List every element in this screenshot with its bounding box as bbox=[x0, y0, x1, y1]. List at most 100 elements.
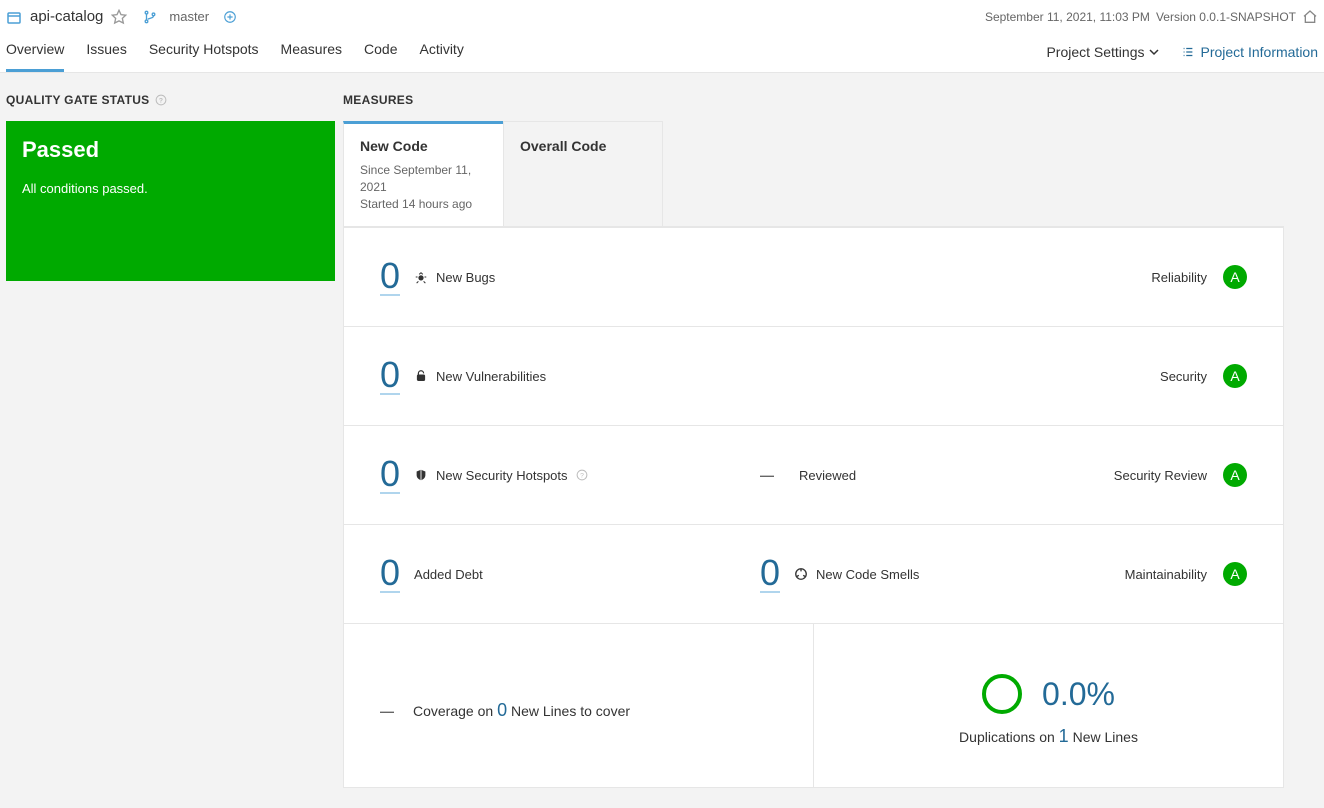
mtab-label: Overall Code bbox=[520, 138, 646, 154]
coverage-text: Coverage on 0 New Lines to cover bbox=[413, 700, 630, 721]
project-header-left: api-catalog master bbox=[6, 8, 237, 25]
coverage-lines[interactable]: 0 bbox=[497, 700, 507, 720]
rating-badge: A bbox=[1223, 562, 1247, 586]
measures-tab-new-code[interactable]: New Code Since September 11, 2021 Starte… bbox=[343, 121, 503, 226]
donut-icon bbox=[982, 674, 1022, 714]
rating-badge: A bbox=[1223, 364, 1247, 388]
right-column: MEASURES New Code Since September 11, 20… bbox=[343, 73, 1324, 808]
duplications-main: 0.0% bbox=[982, 674, 1115, 714]
metric-seg-left: 0 New Security Hotspots ? bbox=[380, 456, 680, 494]
quality-gate-subtext: All conditions passed. bbox=[22, 181, 319, 196]
measures-tab-overall-code[interactable]: Overall Code bbox=[503, 121, 663, 226]
metric-seg-left: 0 New Bugs bbox=[380, 258, 680, 296]
tab-code[interactable]: Code bbox=[364, 31, 397, 72]
chevron-down-icon bbox=[1149, 47, 1159, 57]
code-smells-label: New Code Smells bbox=[794, 567, 919, 582]
metric-seg-center: 0 New Code Smells bbox=[760, 555, 1125, 593]
lock-icon bbox=[414, 369, 428, 383]
metric-label-text: Added Debt bbox=[414, 567, 483, 582]
analysis-date: September 11, 2021, 11:03 PM bbox=[985, 10, 1150, 24]
metric-label-text: New Vulnerabilities bbox=[436, 369, 546, 384]
quality-gate-card: Passed All conditions passed. bbox=[6, 121, 335, 281]
metric-value[interactable]: 0 bbox=[380, 357, 400, 395]
project-information-link[interactable]: Project Information bbox=[1181, 44, 1319, 60]
mtab-label: New Code bbox=[360, 138, 487, 154]
metric-label-text: New Bugs bbox=[436, 270, 495, 285]
metric-row-maintainability: 0 Added Debt 0 New Code Smells Main bbox=[343, 525, 1284, 624]
nav-tabs: Overview Issues Security Hotspots Measur… bbox=[6, 31, 464, 72]
measures-title: MEASURES bbox=[343, 93, 1284, 107]
project-settings-dropdown[interactable]: Project Settings bbox=[1046, 44, 1158, 60]
metric-category: Reliability bbox=[1151, 270, 1207, 285]
duplications-text: Duplications on 1 New Lines bbox=[959, 726, 1138, 747]
metric-value[interactable]: 0 bbox=[380, 258, 400, 296]
project-header: api-catalog master September 11, 2021, 1… bbox=[0, 0, 1324, 31]
metric-seg-right: Security A bbox=[1160, 364, 1247, 388]
nav-right: Project Settings Project Information bbox=[1046, 44, 1318, 60]
tab-security-hotspots[interactable]: Security Hotspots bbox=[149, 31, 259, 72]
home-icon[interactable] bbox=[1302, 9, 1318, 25]
project-info-label: Project Information bbox=[1201, 44, 1319, 60]
tab-issues[interactable]: Issues bbox=[86, 31, 126, 72]
code-smells-value[interactable]: 0 bbox=[760, 555, 780, 593]
project-name[interactable]: api-catalog bbox=[30, 8, 103, 25]
duplications-percent[interactable]: 0.0% bbox=[1042, 676, 1115, 713]
reviewed-label: Reviewed bbox=[799, 468, 856, 483]
metric-category: Maintainability bbox=[1125, 567, 1207, 582]
project-icon bbox=[6, 9, 22, 25]
quality-gate-title-text: QUALITY GATE STATUS bbox=[6, 93, 149, 107]
coverage-cell: — Coverage on 0 New Lines to cover bbox=[344, 624, 814, 787]
metric-seg-left: 0 Added Debt bbox=[380, 555, 680, 593]
shield-icon bbox=[414, 468, 428, 482]
duplications-suffix: New Lines bbox=[1069, 729, 1138, 745]
metric-seg-right: Maintainability A bbox=[1125, 562, 1247, 586]
bug-icon bbox=[414, 270, 428, 284]
duplications-cell: 0.0% Duplications on 1 New Lines bbox=[814, 624, 1283, 787]
metric-category: Security Review bbox=[1114, 468, 1207, 483]
metric-label: New Security Hotspots ? bbox=[414, 468, 588, 483]
code-smells-label-text: New Code Smells bbox=[816, 567, 919, 582]
coverage-value: — bbox=[380, 703, 393, 719]
project-header-right: September 11, 2021, 11:03 PM Version 0.0… bbox=[985, 9, 1318, 25]
metric-label: Added Debt bbox=[414, 567, 483, 582]
help-icon[interactable]: ? bbox=[155, 94, 167, 106]
reviewed-value: — bbox=[760, 467, 773, 483]
svg-text:?: ? bbox=[580, 473, 584, 480]
metric-row-security-review: 0 New Security Hotspots ? — Reviewed bbox=[343, 426, 1284, 525]
nav-row: Overview Issues Security Hotspots Measur… bbox=[0, 31, 1324, 73]
coverage-suffix: New Lines to cover bbox=[507, 703, 630, 719]
coverage-duplications-row: — Coverage on 0 New Lines to cover 0.0% … bbox=[343, 624, 1284, 788]
measures-body: 0 New Bugs Reliability A 0 bbox=[343, 227, 1284, 788]
tab-activity[interactable]: Activity bbox=[419, 31, 463, 72]
metric-seg-right: Reliability A bbox=[1151, 265, 1247, 289]
metric-label-text: New Security Hotspots bbox=[436, 468, 568, 483]
metric-value[interactable]: 0 bbox=[380, 456, 400, 494]
mtab-sub2: Started 14 hours ago bbox=[360, 196, 487, 213]
duplications-prefix: Duplications on bbox=[959, 729, 1059, 745]
metric-label: New Bugs bbox=[414, 270, 495, 285]
star-icon[interactable] bbox=[111, 9, 127, 25]
metric-value[interactable]: 0 bbox=[380, 555, 400, 593]
add-branch-icon[interactable] bbox=[223, 10, 237, 24]
code-smell-icon bbox=[794, 567, 808, 581]
metric-seg-right: Security Review A bbox=[1114, 463, 1247, 487]
metric-row-reliability: 0 New Bugs Reliability A bbox=[343, 227, 1284, 327]
measures-tabs: New Code Since September 11, 2021 Starte… bbox=[343, 121, 1284, 227]
coverage-prefix: Coverage on bbox=[413, 703, 497, 719]
rating-badge: A bbox=[1223, 265, 1247, 289]
project-settings-label: Project Settings bbox=[1046, 44, 1144, 60]
left-column: QUALITY GATE STATUS ? Passed All conditi… bbox=[0, 73, 343, 808]
tab-measures[interactable]: Measures bbox=[281, 31, 342, 72]
metric-seg-center: — Reviewed bbox=[760, 467, 1114, 483]
duplications-lines[interactable]: 1 bbox=[1059, 726, 1069, 746]
rating-badge: A bbox=[1223, 463, 1247, 487]
help-icon[interactable]: ? bbox=[576, 469, 588, 481]
quality-gate-title: QUALITY GATE STATUS ? bbox=[6, 93, 335, 107]
tab-overview[interactable]: Overview bbox=[6, 31, 64, 72]
list-icon bbox=[1181, 45, 1195, 59]
metric-row-security: 0 New Vulnerabilities Security A bbox=[343, 327, 1284, 426]
version-text: Version 0.0.1-SNAPSHOT bbox=[1156, 10, 1296, 24]
branch-name[interactable]: master bbox=[169, 9, 209, 24]
metric-label: New Vulnerabilities bbox=[414, 369, 546, 384]
metric-category: Security bbox=[1160, 369, 1207, 384]
